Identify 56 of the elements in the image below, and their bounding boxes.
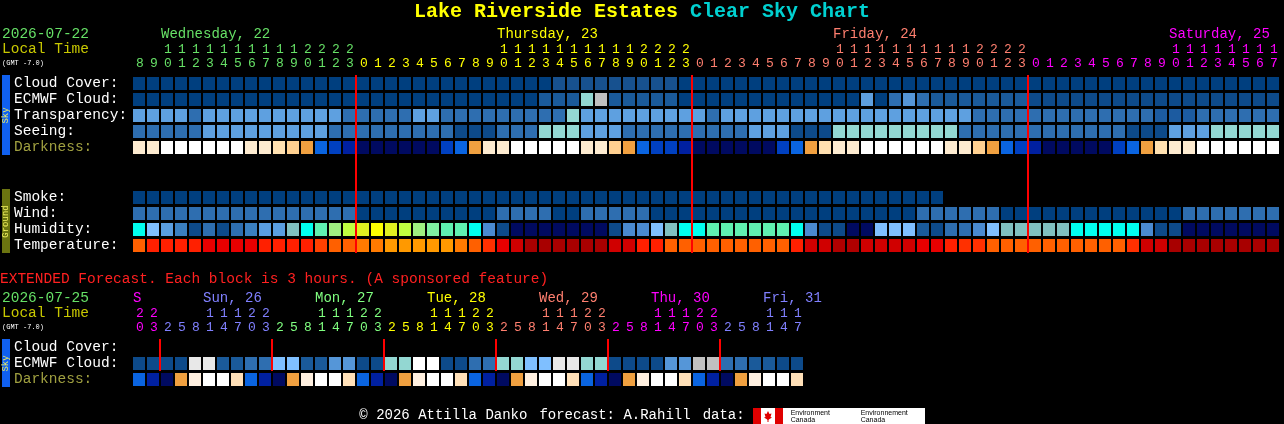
- chart-title: Clear Sky Chart: [690, 0, 871, 25]
- day-label: Thursday, 23: [497, 27, 598, 42]
- day-label: Fri, 31: [763, 291, 822, 306]
- hour-tens: 11111111112222: [163, 42, 361, 57]
- hour-digits: 25814703: [275, 321, 388, 335]
- hour-tens: 111: [765, 306, 808, 321]
- day-label: Wednesday, 22: [161, 27, 271, 42]
- flag-icon: [752, 407, 783, 424]
- hour-tens: 11122: [205, 306, 276, 321]
- hour-tens: 11122: [653, 306, 724, 321]
- hour-digits: 25814703: [499, 321, 612, 335]
- row-label: Cloud Cover:: [14, 339, 120, 355]
- hour-tens: 11111111: [1171, 42, 1284, 57]
- day-label: Thu, 30: [651, 291, 710, 306]
- hour-tens: 11111111112222: [835, 42, 1033, 57]
- hour-digits: 012345678901234567: [1031, 57, 1284, 71]
- day-label: Friday, 24: [833, 27, 917, 42]
- hour-digits: 258147: [723, 321, 808, 335]
- data-credit: data:: [702, 406, 745, 424]
- row-label: ECMWF Cloud:: [14, 91, 120, 107]
- hour-digits: 8901234567890123: [135, 57, 361, 71]
- hour-tens: 22: [135, 306, 164, 321]
- row-label: Transparency:: [14, 107, 129, 123]
- day-label: Tue, 28: [427, 291, 486, 306]
- row-label: Temperature:: [14, 237, 120, 253]
- hour-tens: 11111111112222: [499, 42, 697, 57]
- local-time-label: Local Time: [2, 306, 89, 321]
- hour-digits: 25814703: [611, 321, 724, 335]
- row-label: Smoke:: [14, 189, 68, 205]
- hour-tens: 11122: [541, 306, 612, 321]
- row-label: Seeing:: [14, 123, 76, 139]
- location-title: Lake Riverside Estates: [413, 0, 678, 25]
- day-label: Mon, 27: [315, 291, 374, 306]
- row-label: Darkness:: [14, 139, 94, 155]
- hour-digits: 25814703: [387, 321, 500, 335]
- day-label: Wed, 29: [539, 291, 598, 306]
- row-label: Humidity:: [14, 221, 94, 237]
- date-label: 2026-07-25: [2, 291, 89, 306]
- extended-heading: EXTENDED Forecast. Each block is 3 hours. (A sponsored feature): [0, 271, 549, 287]
- hour-tens: 11122: [317, 306, 388, 321]
- day-label: Sun, 26: [203, 291, 262, 306]
- date-label: 2026-07-22: [2, 27, 89, 42]
- local-time-label: Local Time: [2, 42, 89, 57]
- row-label: Darkness:: [14, 371, 94, 387]
- row-label: ECMWF Cloud:: [14, 355, 120, 371]
- hour-digits: 012345678901234567890123: [359, 57, 697, 71]
- hour-digits: 25814703: [163, 321, 276, 335]
- day-label: S: [133, 291, 142, 306]
- hour-digits: 03: [135, 321, 164, 335]
- hour-digits: 012345678901234567890123: [695, 57, 1033, 71]
- copyright-text: © 2026 Attilla Danko: [359, 406, 528, 424]
- forecast-credit: forecast: A.Rahill: [539, 406, 691, 424]
- row-label: Wind:: [14, 205, 59, 221]
- row-label: Cloud Cover:: [14, 75, 120, 91]
- hour-tens: 11122: [429, 306, 500, 321]
- day-label: Saturday, 25: [1169, 27, 1270, 42]
